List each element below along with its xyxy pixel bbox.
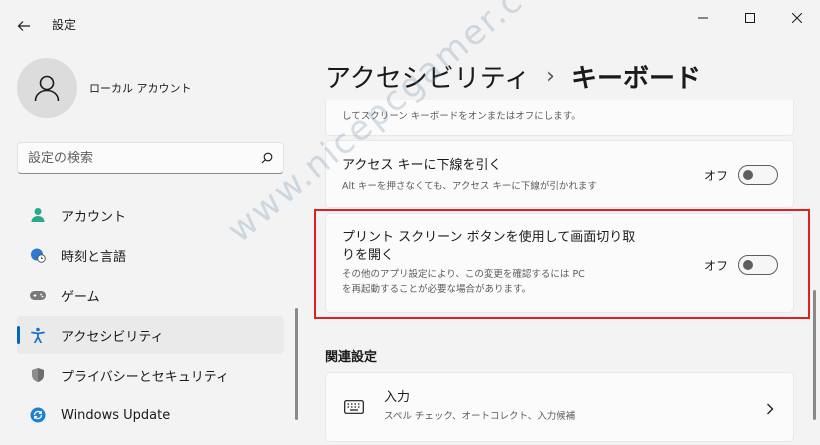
avatar[interactable] <box>17 58 77 118</box>
toggle-state-label: オフ <box>704 169 729 183</box>
update-icon <box>29 406 47 424</box>
profile[interactable]: ローカル アカウント <box>17 58 192 118</box>
setting-title: アクセス キーに下線を引く <box>342 158 502 173</box>
toggle-state-label: オフ <box>704 259 729 273</box>
shield-icon <box>29 366 47 384</box>
close-icon <box>792 13 802 23</box>
sidebar-item-accessibility[interactable]: アクセシビリティ <box>17 316 284 354</box>
close-button[interactable] <box>774 4 820 32</box>
maximize-button[interactable] <box>727 4 773 32</box>
minimize-button[interactable] <box>680 4 726 32</box>
sidebar-item-label: 時刻と言語 <box>61 249 127 265</box>
setting-description: その他のアプリ設定により、この変更を確認するには PC <box>342 269 585 280</box>
search-input[interactable] <box>28 150 261 166</box>
print-screen-toggle[interactable] <box>738 255 778 275</box>
sidebar-item-windows-update[interactable]: Windows Update <box>17 396 284 434</box>
access-key-toggle[interactable] <box>738 165 778 185</box>
breadcrumb-separator: › <box>546 64 555 89</box>
setting-description: Alt キーを押さなくても、アクセス キーに下線が引かれます <box>342 181 597 192</box>
related-setting-input[interactable]: 入力 スペル チェック、オートコレクト、入力候補 <box>325 372 794 442</box>
sidebar-item-privacy-security[interactable]: プライバシーとセキュリティ <box>17 356 284 394</box>
main-scrollbar[interactable] <box>813 290 816 420</box>
section-header: 関連設定 <box>325 350 378 365</box>
back-arrow-icon <box>17 21 30 31</box>
person-icon <box>29 206 47 224</box>
sidebar-item-label: アカウント <box>61 209 127 225</box>
setting-description-continued: を再起動することが必要な場合があります。 <box>342 284 532 295</box>
toggle-knob <box>743 260 753 270</box>
title-bar: 設定 <box>0 0 820 48</box>
setting-title: 入力 <box>384 390 411 405</box>
minimize-icon <box>698 17 708 19</box>
back-button[interactable] <box>10 12 38 40</box>
search-box[interactable] <box>17 142 284 174</box>
sidebar-item-gaming[interactable]: ゲーム <box>17 276 284 314</box>
app-title: 設定 <box>52 18 77 32</box>
sidebar-item-label: プライバシーとセキュリティ <box>61 369 229 385</box>
sidebar-item-label: ゲーム <box>61 289 100 305</box>
sidebar-scrollbar[interactable] <box>295 308 298 420</box>
user-icon <box>34 75 60 102</box>
breadcrumb: アクセシビリティ › キーボード <box>325 58 701 95</box>
globe-clock-icon <box>29 246 47 264</box>
on-screen-keyboard-card: してスクリーン キーボードをオンまたはオフにします。 <box>325 100 794 136</box>
page-title: キーボード <box>570 64 701 94</box>
sidebar-item-label: アクセシビリティ <box>61 329 164 345</box>
setting-description: スペル チェック、オートコレクト、入力候補 <box>384 411 576 422</box>
breadcrumb-parent[interactable]: アクセシビリティ <box>325 58 530 95</box>
setting-title: プリント スクリーン ボタンを使用して画面切り取 <box>342 230 636 245</box>
profile-name: ローカル アカウント <box>89 82 192 95</box>
accessibility-icon <box>29 326 47 344</box>
sidebar-item-label: Windows Update <box>61 407 171 423</box>
access-key-underline-setting: アクセス キーに下線を引く Alt キーを押さなくても、アクセス キーに下線が引… <box>325 140 794 208</box>
search-icon[interactable] <box>261 152 273 164</box>
gamepad-icon <box>29 286 47 304</box>
sidebar-item-accounts[interactable]: アカウント <box>17 196 284 234</box>
keyboard-icon <box>344 399 364 418</box>
toggle-knob <box>743 170 753 180</box>
print-screen-snipping-setting: プリント スクリーン ボタンを使用して画面切り取 りを開く その他のアプリ設定に… <box>325 213 794 313</box>
setting-title-continued: りを開く <box>342 248 395 263</box>
sidebar-nav: アカウント 時刻と言語 ゲーム アクセシビリティ プライバシーとセキュリティ W… <box>17 196 284 436</box>
sidebar-item-time-language[interactable]: 時刻と言語 <box>17 236 284 274</box>
setting-description: してスクリーン キーボードをオンまたはオフにします。 <box>342 111 581 122</box>
maximize-icon <box>745 13 755 23</box>
chevron-right-icon <box>766 400 774 419</box>
